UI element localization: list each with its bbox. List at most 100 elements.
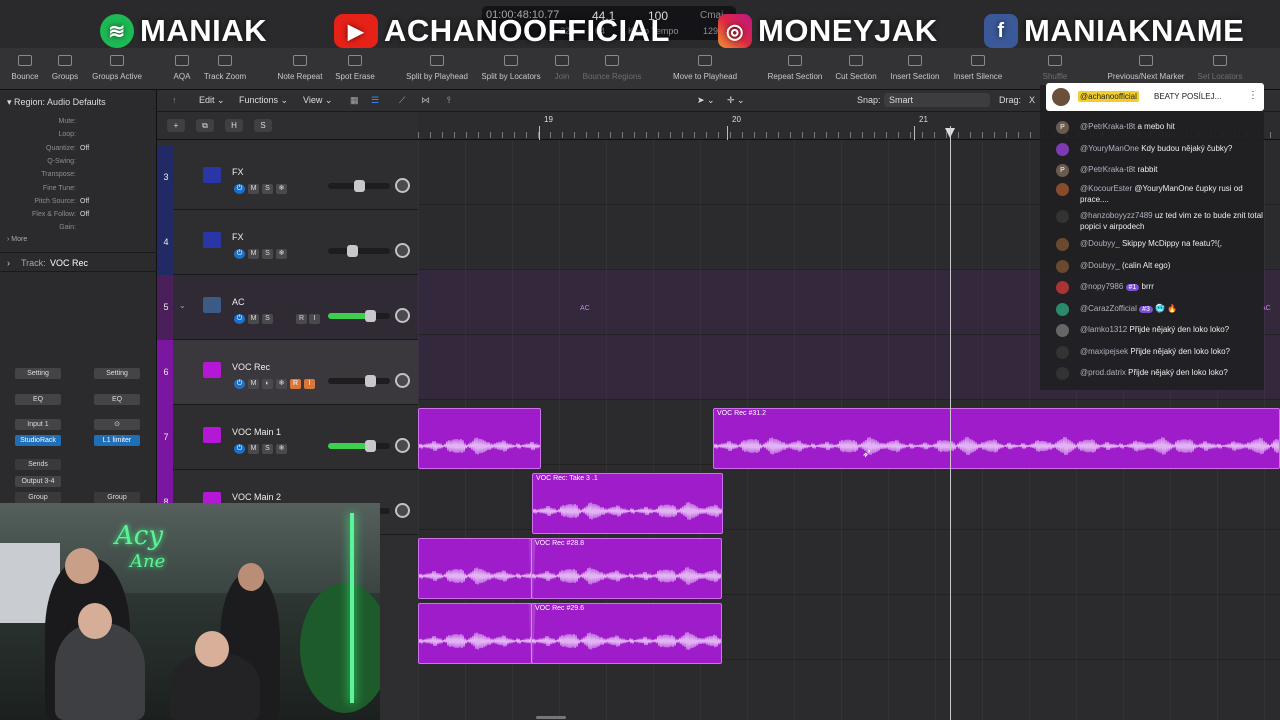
toolbar-icon[interactable] [698, 55, 712, 66]
toolbar-button-label[interactable]: Move to Playhead [673, 72, 737, 81]
region-inspector-header[interactable]: ▾ Region: Audio Defaults [7, 97, 106, 108]
pan-knob[interactable] [395, 308, 410, 323]
inspector-row[interactable]: Quantize: Off [0, 145, 157, 158]
flex-icon[interactable]: ⋈ [421, 95, 430, 106]
power-button[interactable]: ⏻ [234, 184, 245, 194]
pan-knob[interactable] [395, 178, 410, 193]
inspector-row[interactable]: Pitch Source: Off [0, 198, 157, 211]
track-control-button[interactable]: ◐ [262, 379, 273, 389]
toolbar-icon[interactable] [175, 55, 189, 66]
audio-region[interactable]: VOC Rec #29.6 [531, 603, 722, 664]
track-control-button[interactable]: S [262, 314, 273, 324]
track-header[interactable]: 5 ⌄ AC ⏻ M S R I [157, 275, 418, 340]
toolbar-button-label[interactable]: Insert Section [891, 72, 940, 81]
toolbar-icon[interactable] [1213, 55, 1227, 66]
edit-menu[interactable]: Edit ⌄ [199, 95, 225, 106]
track-control-button[interactable]: ❄ [276, 184, 287, 194]
group-button-right[interactable]: Group [94, 492, 140, 503]
track-inspector-header[interactable]: › Track: VOC Rec [0, 252, 157, 272]
volume-fader[interactable] [328, 440, 390, 452]
fader-knob[interactable] [365, 375, 377, 387]
inspector-row[interactable]: Loop: [0, 131, 157, 144]
drag-value[interactable]: X [1029, 95, 1035, 105]
toolbar-icon[interactable] [218, 55, 232, 66]
inspector-row-value[interactable]: Off [80, 145, 89, 152]
volume-fader[interactable] [328, 245, 390, 257]
setting-button-left[interactable]: Setting [15, 368, 61, 379]
eq-button-right[interactable]: EQ [94, 394, 140, 405]
pan-knob[interactable] [395, 243, 410, 258]
track-header[interactable]: 6 VOC Rec ⏻ M ◐ ❄ R I [157, 340, 418, 405]
toolbar-icon[interactable] [1048, 55, 1062, 66]
track-name[interactable]: FX [232, 232, 244, 242]
grid-view-icon[interactable]: ▦ [350, 95, 359, 106]
volume-fader[interactable] [328, 375, 390, 387]
pan-knob[interactable] [395, 373, 410, 388]
track-control-button[interactable]: ❄ [276, 379, 287, 389]
toolbar-button-label[interactable]: Cut Section [835, 72, 876, 81]
record-input-button[interactable]: I [309, 314, 320, 324]
toolbar-icon[interactable] [605, 55, 619, 66]
back-arrow-icon[interactable]: ↑ [172, 95, 177, 105]
toolbar-icon[interactable] [971, 55, 985, 66]
power-button[interactable]: ⏻ [234, 379, 245, 389]
track-control-button[interactable]: S [262, 444, 273, 454]
audio-region[interactable]: VOC Rec #28.8 [531, 538, 722, 599]
toolbar-icon[interactable] [348, 55, 362, 66]
track-control-button[interactable]: M [248, 444, 259, 454]
toolbar-button-label[interactable]: Previous/Next Marker [1108, 72, 1185, 81]
toolbar-button-label[interactable]: Set Locators [1198, 72, 1243, 81]
power-button[interactable]: ⏻ [234, 444, 245, 454]
toolbar-icon[interactable] [555, 55, 569, 66]
toolbar-button-label[interactable]: Split by Playhead [406, 72, 468, 81]
toolbar-button-label[interactable]: AQA [174, 72, 191, 81]
secondary-tool-icon[interactable]: ✛ ⌄ [727, 95, 745, 106]
toolbar-button-label[interactable]: Repeat Section [768, 72, 823, 81]
toolbar-icon[interactable] [430, 55, 444, 66]
toolbar-button-label[interactable]: Groups Active [92, 72, 142, 81]
track-lane[interactable] [418, 660, 1280, 720]
toolbar-icon[interactable] [58, 55, 72, 66]
toolbar-button-label[interactable]: Spot Erase [335, 72, 375, 81]
toolbar-button-label[interactable]: Track Zoom [204, 72, 246, 81]
fader-knob[interactable] [365, 310, 377, 322]
track-control-button[interactable]: I [304, 379, 315, 389]
playhead[interactable] [950, 126, 951, 720]
track-header[interactable]: 7 VOC Main 1 ⏻ M S ❄ [157, 405, 418, 470]
input-button[interactable]: Input 1 [15, 419, 61, 430]
toolbar-icon[interactable] [849, 55, 863, 66]
toolbar-button-label[interactable]: Note Repeat [278, 72, 323, 81]
inspector-row[interactable]: Q-Swing: [0, 158, 157, 171]
track-header[interactable]: 4 FX ⏻ M S ❄ [157, 210, 418, 275]
inspector-row-value[interactable]: Off [80, 211, 89, 218]
track-header-button[interactable]: ⧉ [196, 119, 214, 132]
power-button[interactable]: ⏻ [234, 249, 245, 259]
track-header[interactable]: 3 FX ⏻ M S ❄ [157, 145, 418, 210]
toolbar-icon[interactable] [110, 55, 124, 66]
toolbar-icon[interactable] [504, 55, 518, 66]
track-control-button[interactable]: ❄ [276, 249, 287, 259]
track-name[interactable]: VOC Main 2 [232, 492, 281, 502]
setting-button-right[interactable]: Setting [94, 368, 140, 379]
output-button[interactable]: Output 3-4 [15, 476, 61, 487]
track-control-button[interactable]: M [248, 379, 259, 389]
disclosure-icon[interactable]: ⌄ [179, 301, 186, 310]
track-name[interactable]: VOC Main 1 [232, 427, 281, 437]
track-control-button[interactable]: M [248, 314, 259, 324]
pointer-tool-icon[interactable]: ➤ ⌄ [697, 95, 715, 106]
track-name[interactable]: FX [232, 167, 244, 177]
audio-region[interactable] [418, 408, 541, 469]
track-control-button[interactable]: M [248, 184, 259, 194]
toolbar-icon[interactable] [788, 55, 802, 66]
inspector-row[interactable]: Fine Tune: [0, 185, 157, 198]
inspector-row[interactable]: Mute: [0, 118, 157, 131]
more-toggle[interactable]: › More [7, 236, 27, 243]
toolbar-button-label[interactable]: Bounce Regions [583, 72, 642, 81]
record-input-button[interactable]: R [296, 314, 307, 324]
snap-select[interactable]: Smart [884, 93, 990, 107]
plugin-studiorack[interactable]: StudioRack [15, 435, 61, 446]
track-control-button[interactable]: ❄ [276, 444, 287, 454]
pan-knob[interactable] [395, 503, 410, 518]
fader-knob[interactable] [346, 245, 358, 257]
track-control-button[interactable]: M [248, 249, 259, 259]
